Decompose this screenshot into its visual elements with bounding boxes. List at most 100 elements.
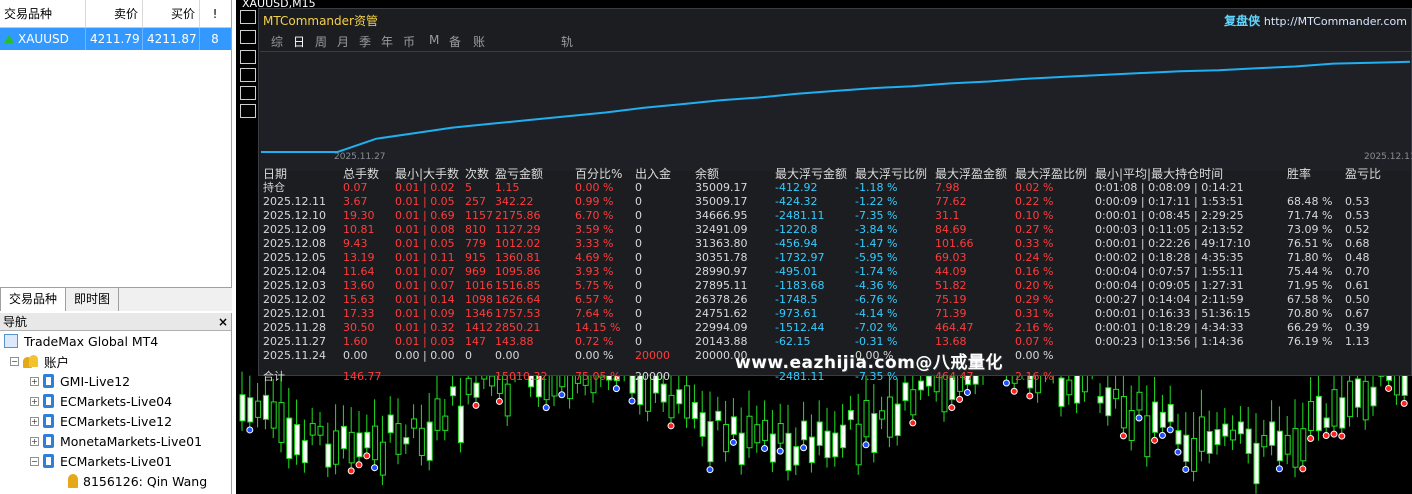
terminal-window: 交易品种 卖价 买价 ! XAUUSD 4211.79 4211.87 8 交易… — [0, 0, 1412, 494]
table-cell: -1220.8 — [775, 223, 818, 236]
tab-tick-chart[interactable]: 即时图 — [66, 288, 120, 311]
tab-m[interactable]: M — [429, 33, 439, 47]
table-cell: 0:00:01 | 0:16:33 | 51:36:15 — [1095, 307, 1251, 320]
col-spread-header[interactable]: ! — [200, 0, 230, 27]
table-cell: 13.19 — [343, 251, 375, 264]
candle-body — [1113, 388, 1120, 400]
curve-start-date: 2025.11.27 — [334, 152, 386, 162]
candle-body — [816, 421, 823, 446]
candle-body — [1347, 380, 1354, 418]
candle-body — [855, 423, 862, 466]
table-cell: 0.07 — [343, 181, 368, 194]
tree-server[interactable]: + ECMarkets-Live04 — [0, 391, 231, 411]
table-cell: 6.70 % — [575, 209, 614, 222]
close-icon[interactable]: × — [218, 315, 228, 329]
table-cell: 2025.12.01 — [263, 307, 326, 320]
candle-body — [777, 423, 784, 444]
table-cell: 1.15 — [495, 181, 520, 194]
trade-marker — [542, 404, 550, 412]
trade-marker — [246, 426, 254, 434]
trade-marker — [1010, 387, 1018, 395]
spread-cell: 8 — [211, 32, 219, 46]
tab-currency[interactable]: 币 — [403, 33, 415, 50]
tree-account[interactable]: 8156126: Qin Wang — [0, 471, 231, 491]
expand-icon[interactable]: + — [30, 436, 39, 446]
tab-summary[interactable]: 综 — [271, 33, 283, 50]
tree-accounts[interactable]: − 账户 — [0, 351, 231, 371]
equity-line — [261, 60, 1411, 153]
table-cell: 22994.09 — [695, 321, 748, 334]
expand-icon[interactable]: + — [30, 416, 39, 426]
tree-root[interactable]: TradeMax Global MT4 — [0, 331, 231, 351]
candle-body — [1222, 423, 1229, 437]
candle-body — [801, 420, 808, 441]
tab-backup[interactable]: 备 — [449, 33, 461, 50]
collapse-icon[interactable]: − — [30, 456, 39, 466]
table-cell: 0:00:04 | 0:09:05 | 1:27:31 — [1095, 279, 1244, 292]
table-row: 2025.12.11 3.67 0.01 | 0.05 257 342.22 0.99 %… — [259, 195, 1411, 209]
tree-server[interactable]: + ECMarkets-Live12 — [0, 411, 231, 431]
trade-marker — [909, 419, 917, 427]
table-cell: 13.60 — [343, 279, 375, 292]
table-cell: -4.14 % — [855, 307, 898, 320]
candle-body — [1230, 429, 1237, 441]
trade-marker — [628, 397, 636, 405]
candle-body — [1159, 411, 1166, 428]
tab-year[interactable]: 年 — [381, 33, 393, 50]
table-cell: 75.05 % — [575, 370, 621, 383]
tab-week[interactable]: 周 — [315, 33, 327, 50]
tree-server[interactable]: − ECMarkets-Live01 — [0, 451, 231, 471]
server-label: ECMarkets-Live01 — [60, 453, 173, 469]
candle-body — [769, 433, 776, 463]
collapse-icon[interactable]: − — [10, 356, 19, 366]
table-cell: 0 — [635, 307, 642, 320]
table-cell: 15010.32 — [495, 370, 548, 383]
expand-icon[interactable]: + — [30, 376, 39, 386]
candle-body — [1261, 435, 1268, 448]
table-cell: 342.22 — [495, 195, 534, 208]
col-bid-header[interactable]: 卖价 — [86, 0, 143, 27]
table-cell: -1.18 % — [855, 181, 898, 194]
col-ask-header[interactable]: 买价 — [143, 0, 200, 27]
table-cell: -412.92 — [775, 181, 818, 194]
tab-month[interactable]: 月 — [337, 33, 349, 50]
symbol-row-xauusd[interactable]: XAUUSD 4211.79 4211.87 8 — [0, 28, 231, 50]
market-watch-tabs: 交易品种 即时图 — [0, 287, 232, 311]
table-cell: 0.01 | 0.02 — [395, 181, 455, 194]
trade-marker — [706, 466, 714, 474]
tab-quarter[interactable]: 季 — [359, 33, 371, 50]
trade-marker — [1174, 448, 1182, 456]
tree-server[interactable]: + MonetaMarkets-Live01 — [0, 431, 231, 451]
table-cell: 3.67 — [343, 195, 368, 208]
candle-body — [1339, 397, 1346, 429]
column-header: 胜率 — [1287, 167, 1312, 181]
tree-server[interactable]: + GMI-Live12 — [0, 371, 231, 391]
tab-day[interactable]: 日 — [293, 33, 305, 50]
table-cell: 0:00:03 | 0:11:05 | 2:13:52 — [1095, 223, 1244, 236]
column-header: 出入金 — [635, 167, 672, 181]
column-header: 最大浮亏比例 — [855, 167, 928, 181]
table-cell: 1360.81 — [495, 251, 541, 264]
expand-icon[interactable]: + — [30, 396, 39, 406]
tab-symbols[interactable]: 交易品种 — [0, 288, 67, 311]
table-cell: -0.31 % — [855, 335, 898, 348]
table-cell: 2.16 % — [1015, 321, 1054, 334]
table-cell: 2025.11.27 — [263, 335, 326, 348]
candle-body — [1315, 395, 1322, 432]
table-cell: -4.36 % — [855, 279, 898, 292]
brand-url[interactable]: http://MTCommander.com — [1264, 15, 1407, 28]
trade-marker — [1026, 392, 1034, 400]
table-cell: 35009.17 — [695, 195, 748, 208]
candle-body — [1276, 430, 1283, 462]
table-cell: 71.39 — [935, 307, 967, 320]
table-cell: 0 — [635, 279, 642, 292]
col-symbol-header[interactable]: 交易品种 — [0, 0, 86, 27]
trade-marker — [862, 441, 870, 449]
trade-marker — [948, 404, 956, 412]
candle-body — [1323, 417, 1330, 428]
table-row: 2025.12.01 17.33 0.01 | 0.09 1346 1757.53 7.6… — [259, 307, 1411, 321]
market-watch-panel: 交易品种 卖价 买价 ! XAUUSD 4211.79 4211.87 8 交易… — [0, 0, 232, 311]
column-header: 最大浮盈金额 — [935, 167, 1008, 181]
candle-body — [1269, 421, 1276, 446]
table-cell: 69.03 — [935, 251, 967, 264]
